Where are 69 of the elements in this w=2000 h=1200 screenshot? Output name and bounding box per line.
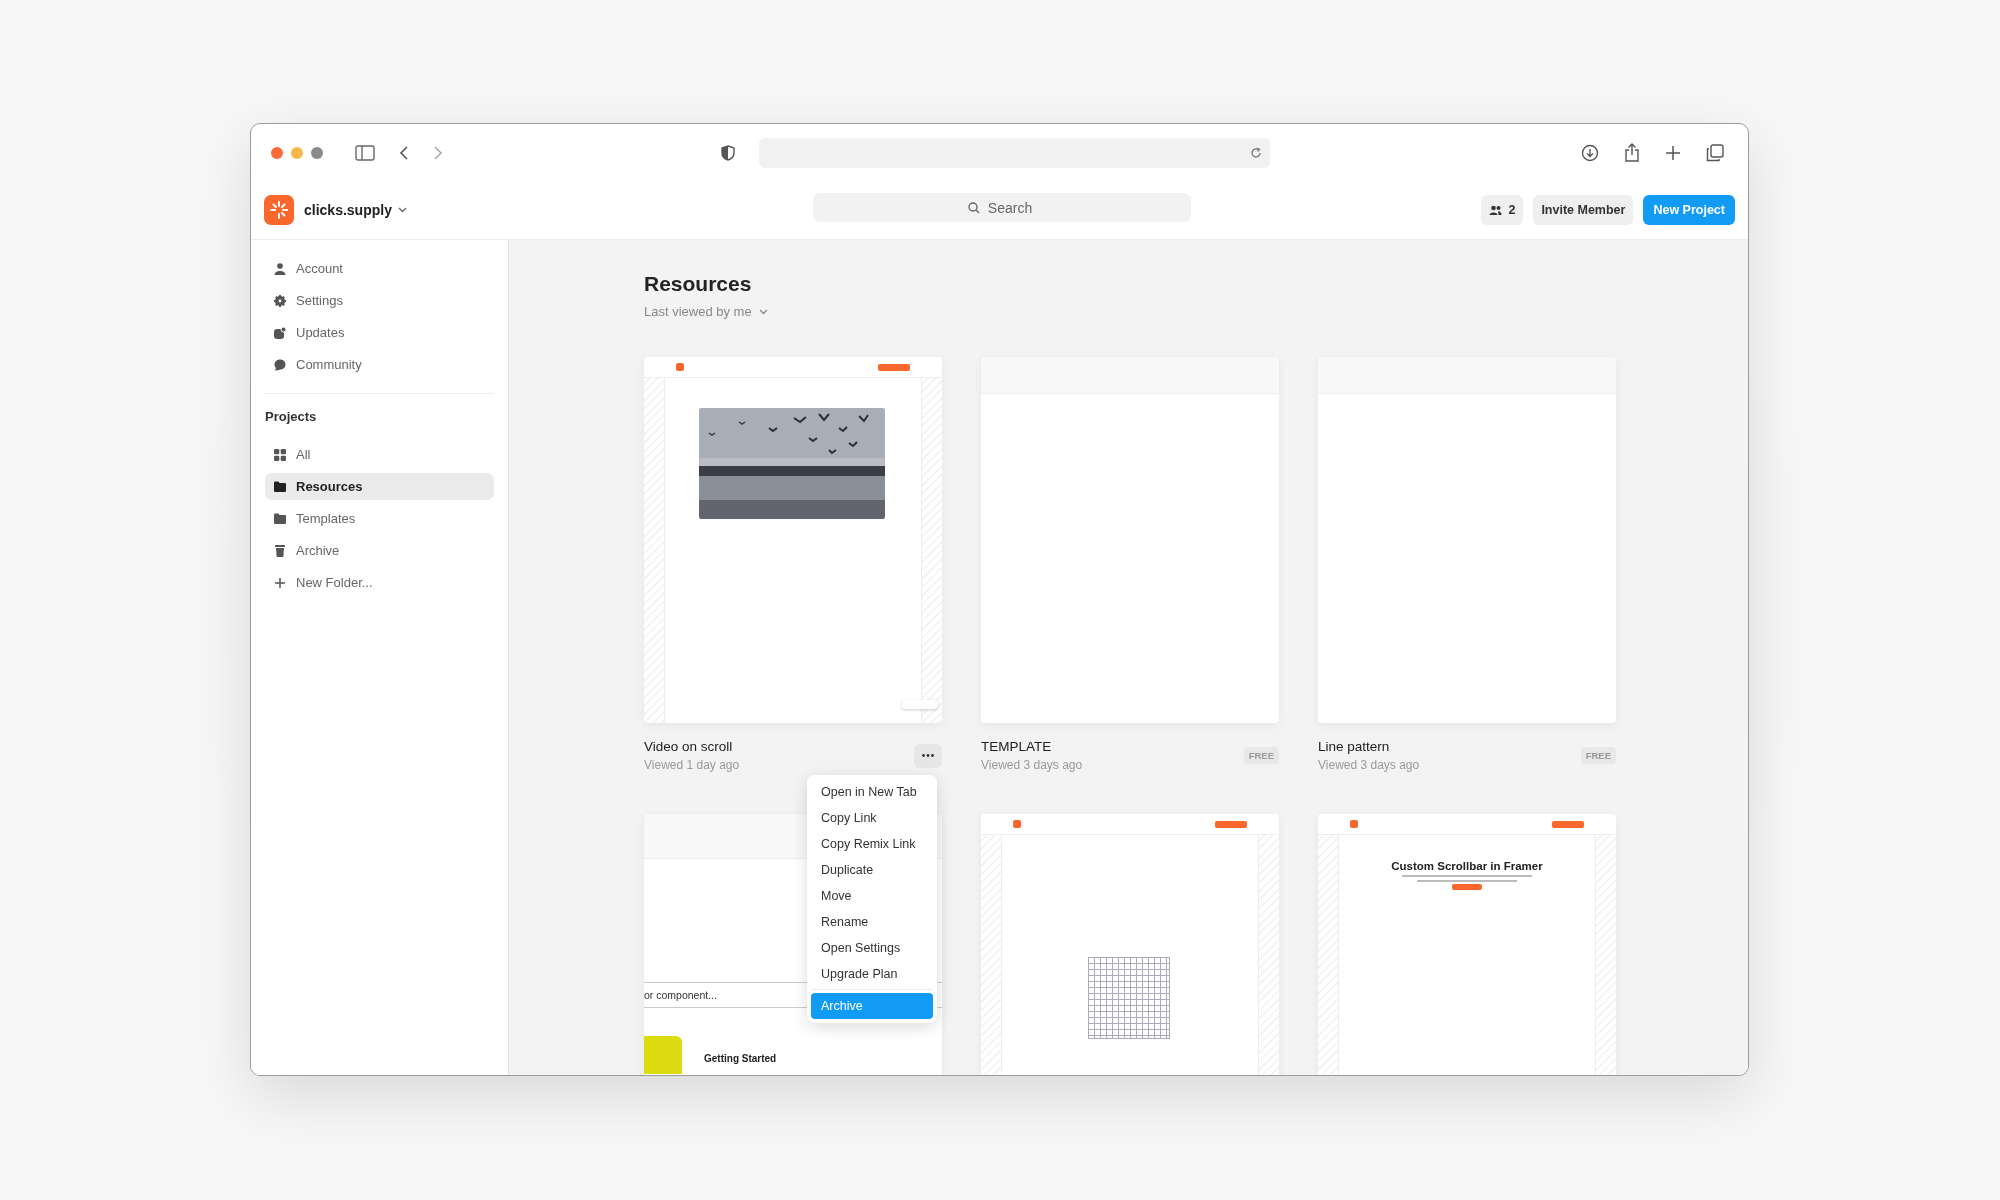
back-icon[interactable]: [399, 144, 409, 161]
logo-icon: [264, 195, 294, 225]
menu-item[interactable]: Move: [811, 883, 933, 909]
sidebar-item[interactable]: Account: [265, 255, 494, 282]
menu-item[interactable]: Duplicate: [811, 857, 933, 883]
mini-button-icon: [1552, 820, 1584, 828]
search-icon: [968, 202, 980, 214]
thumbnail-label: Getting Started: [704, 1053, 777, 1064]
thumbnail-heading: Custom Scrollbar in Framer: [1390, 860, 1544, 872]
sidebar-item[interactable]: New Folder...: [265, 569, 494, 596]
project-title: Line pattern: [1318, 739, 1391, 754]
project-thumbnail[interactable]: [644, 357, 942, 723]
new-tab-icon[interactable]: [1665, 144, 1681, 161]
mini-badge-icon: [902, 700, 938, 709]
menu-item[interactable]: Open in New Tab: [811, 779, 933, 805]
members-button[interactable]: 2: [1481, 195, 1524, 225]
mini-logo-icon: [1350, 820, 1358, 828]
viewed-time: Viewed 1 day ago: [644, 758, 740, 772]
viewed-time: Viewed 3 days ago: [981, 758, 1083, 772]
mini-button-icon: [878, 363, 910, 371]
shield-icon[interactable]: [721, 144, 735, 161]
share-icon[interactable]: [1624, 142, 1640, 163]
free-badge: FREE: [1243, 747, 1279, 764]
project-thumbnail[interactable]: [981, 814, 1279, 1075]
search-field[interactable]: Search: [813, 193, 1191, 222]
reload-icon[interactable]: [1250, 146, 1262, 159]
mini-logo-icon: [676, 363, 684, 371]
project-title: TEMPLATE: [981, 739, 1053, 754]
page-title: Resources: [644, 272, 753, 296]
tabs-overview-icon[interactable]: [1706, 143, 1724, 162]
forward-icon[interactable]: [433, 144, 443, 161]
sidebar-item[interactable]: Updates: [265, 319, 494, 346]
chevron-down-icon: [397, 207, 407, 213]
sidebar-item[interactable]: Archive: [265, 537, 494, 564]
grid-icon: [274, 448, 286, 461]
thumbnail-icon: [644, 1036, 682, 1074]
sidebar-item[interactable]: Settings: [265, 287, 494, 314]
download-icon[interactable]: [1581, 143, 1599, 162]
gear-icon: [274, 294, 286, 307]
sidebar-item[interactable]: Resources: [265, 473, 494, 500]
sidebar-item[interactable]: Community: [265, 351, 494, 378]
person-icon: [274, 262, 286, 275]
chat-bubble-icon: [274, 358, 286, 371]
free-badge: FREE: [1580, 747, 1616, 764]
zoom-button[interactable]: [311, 146, 323, 159]
chevron-down-icon: [758, 308, 768, 315]
folder-icon: [274, 481, 286, 492]
project-thumbnail[interactable]: Custom Scrollbar in Framer: [1318, 814, 1616, 1075]
close-button[interactable]: [271, 146, 283, 159]
menu-item[interactable]: Open Settings: [811, 935, 933, 961]
more-button[interactable]: [914, 743, 942, 768]
viewed-time: Viewed 3 days ago: [1318, 758, 1420, 772]
invite-member-button[interactable]: Invite Member: [1533, 195, 1634, 225]
sidebar-icon[interactable]: [355, 144, 375, 161]
workspace-switcher[interactable]: clicks.supply: [304, 202, 407, 218]
menu-item[interactable]: Rename: [811, 909, 933, 935]
people-icon: [1489, 205, 1503, 215]
trash-icon: [274, 544, 286, 557]
folder-icon: [274, 513, 286, 524]
sidebar-item[interactable]: All: [265, 441, 494, 468]
mini-logo-icon: [1013, 820, 1021, 828]
project-title: Video on scroll: [644, 739, 734, 754]
more-icon: [922, 754, 934, 757]
mini-button-icon: [1215, 820, 1247, 828]
sidebar-item[interactable]: Templates: [265, 505, 494, 532]
section-heading: Projects: [265, 409, 318, 424]
updates-icon: [274, 326, 286, 339]
mini-button-icon: [1452, 884, 1482, 890]
plus-icon: [274, 577, 286, 588]
